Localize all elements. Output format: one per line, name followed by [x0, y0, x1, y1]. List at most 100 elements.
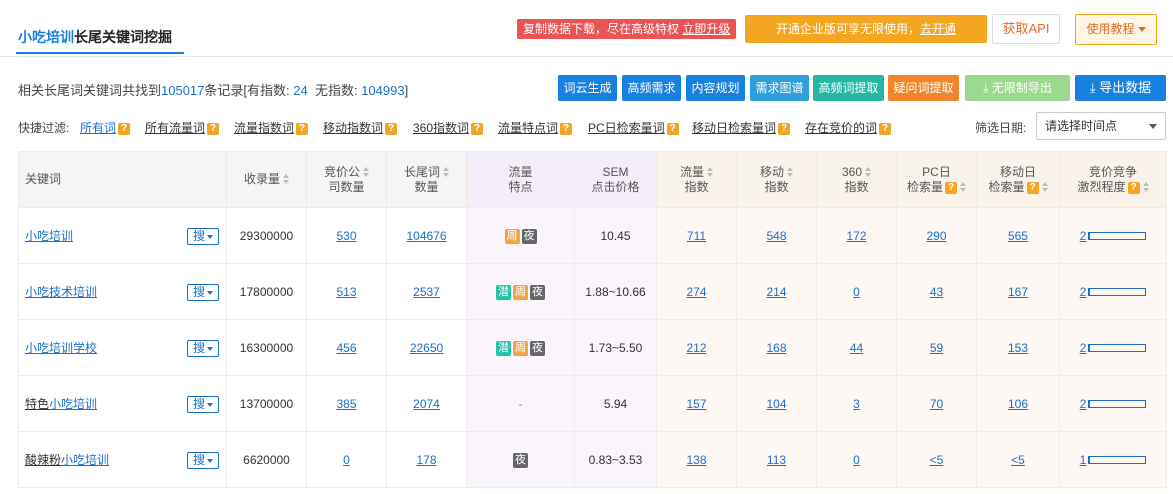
keyword-link[interactable]: 小吃培训 [61, 453, 109, 467]
keyword-link[interactable]: 小吃培训学校 [25, 341, 97, 355]
filter-traffic-index-words[interactable]: 流量指数词? [234, 119, 309, 136]
header-mobile-index[interactable]: 移动 指数 [736, 151, 817, 208]
high-freq-extract-button[interactable]: 高频词提取 [813, 75, 884, 101]
help-icon[interactable]: ? [778, 123, 791, 135]
keyword-text[interactable]: 特色小吃培训 [25, 397, 97, 411]
search-dropdown-button[interactable]: 搜 [187, 228, 219, 245]
help-icon[interactable]: ? [1127, 181, 1140, 194]
longtail-link[interactable]: 104676 [406, 229, 446, 243]
mobile-index-link[interactable]: 113 [767, 453, 786, 467]
search-dropdown-button[interactable]: 搜 [187, 340, 219, 357]
index-360-link[interactable]: 44 [850, 341, 863, 355]
longtail-link[interactable]: 22650 [410, 341, 443, 355]
index-360-link[interactable]: 3 [853, 397, 860, 411]
help-icon[interactable]: ? [879, 123, 892, 135]
keyword-text[interactable]: 小吃培训 [25, 229, 73, 243]
bid-companies-link[interactable]: 513 [336, 285, 356, 299]
search-dropdown-button[interactable]: 搜 [187, 396, 219, 413]
filter-mobile-daily-words[interactable]: 移动日检索量词? [692, 119, 791, 136]
competition-link[interactable]: 1 [1080, 453, 1087, 467]
help-icon[interactable]: ? [296, 123, 309, 135]
bid-companies-link[interactable]: 0 [343, 453, 350, 467]
help-icon[interactable]: ? [207, 123, 220, 135]
longtail-link[interactable]: 178 [416, 453, 436, 467]
bid-companies-link[interactable]: 385 [336, 397, 356, 411]
tutorial-dropdown-button[interactable]: 使用教程 [1075, 14, 1157, 45]
sort-icon[interactable] [707, 166, 713, 178]
header-record-count[interactable]: 收录量 [226, 151, 307, 208]
keyword-text[interactable]: 酸辣粉小吃培训 [25, 453, 109, 467]
pc-daily-link[interactable]: 290 [926, 229, 946, 243]
mobile-daily-link[interactable]: 153 [1008, 341, 1028, 355]
mobile-daily-link[interactable]: 106 [1008, 397, 1028, 411]
sort-icon[interactable] [787, 166, 793, 178]
pc-daily-link[interactable]: <5 [930, 453, 944, 467]
header-bid-companies[interactable]: 竞价公 司数量 [306, 151, 387, 208]
filter-360-index-words[interactable]: 360指数词? [413, 119, 484, 136]
help-icon[interactable]: ? [945, 181, 957, 194]
unlimited-export-button[interactable]: ⤓ 无限制导出 [965, 75, 1070, 101]
help-icon[interactable]: ? [666, 123, 679, 135]
header-longtail-count[interactable]: 长尾词 数量 [386, 151, 467, 208]
traffic-index-link[interactable]: 212 [686, 341, 706, 355]
mobile-daily-link[interactable]: 167 [1008, 285, 1028, 299]
date-select[interactable]: 请选择时间点 [1036, 112, 1166, 140]
question-extract-button[interactable]: 疑问词提取 [888, 75, 959, 101]
mobile-index-link[interactable]: 168 [766, 341, 786, 355]
traffic-index-link[interactable]: 711 [687, 229, 706, 243]
index-360-link[interactable]: 172 [846, 229, 866, 243]
bid-companies-link[interactable]: 456 [336, 341, 356, 355]
competition-link[interactable]: 2 [1080, 229, 1087, 243]
mobile-index-link[interactable]: 104 [766, 397, 786, 411]
sort-icon[interactable] [865, 166, 872, 178]
competition-link[interactable]: 2 [1080, 341, 1087, 355]
sort-icon[interactable] [283, 174, 289, 185]
page-title[interactable]: 小吃培训长尾关键词挖掘 [18, 27, 172, 47]
sort-icon[interactable] [1041, 181, 1048, 193]
competition-link[interactable]: 2 [1080, 285, 1087, 299]
traffic-index-link[interactable]: 138 [686, 453, 706, 467]
filter-mobile-index-words[interactable]: 移动指数词? [323, 119, 398, 136]
traffic-index-link[interactable]: 157 [686, 397, 706, 411]
traffic-index-link[interactable]: 274 [686, 285, 706, 299]
index-360-link[interactable]: 0 [853, 453, 860, 467]
pc-daily-link[interactable]: 43 [930, 285, 943, 299]
header-pc-daily[interactable]: PC日 检索量? [896, 151, 977, 208]
index-360-link[interactable]: 0 [853, 285, 860, 299]
longtail-link[interactable]: 2537 [413, 285, 440, 299]
enterprise-link[interactable]: 去开通 [920, 22, 956, 36]
sort-icon[interactable] [443, 166, 449, 178]
header-360-index[interactable]: 360 指数 [816, 151, 897, 208]
header-mobile-daily[interactable]: 移动日 检索量? [976, 151, 1060, 208]
filter-all-words[interactable]: 所有词? [80, 119, 131, 136]
pc-daily-link[interactable]: 70 [930, 397, 943, 411]
filter-traffic-feature-words[interactable]: 流量特点词? [498, 119, 573, 136]
search-dropdown-button[interactable]: 搜 [187, 284, 219, 301]
header-traffic-index[interactable]: 流量 指数 [656, 151, 737, 208]
keyword-link[interactable]: 小吃培训 [25, 229, 73, 243]
help-icon[interactable]: ? [560, 123, 573, 135]
sort-icon[interactable] [960, 181, 966, 193]
keyword-link[interactable]: 小吃培训 [49, 397, 97, 411]
help-icon[interactable]: ? [385, 123, 398, 135]
demand-graph-button[interactable]: 需求图谱 [750, 75, 809, 101]
sort-icon[interactable] [363, 166, 369, 178]
content-plan-button[interactable]: 内容规划 [686, 75, 745, 101]
bid-companies-link[interactable]: 530 [336, 229, 356, 243]
high-freq-demand-button[interactable]: 高频需求 [622, 75, 681, 101]
sort-icon[interactable] [1142, 181, 1149, 193]
help-icon[interactable]: ? [1026, 181, 1039, 194]
mobile-daily-link[interactable]: 565 [1008, 229, 1028, 243]
header-competition[interactable]: 竞价竞争 激烈程度? [1059, 151, 1167, 208]
help-icon[interactable]: ? [471, 123, 484, 135]
competition-link[interactable]: 2 [1080, 397, 1087, 411]
upgrade-link[interactable]: 立即升级 [682, 22, 730, 36]
mobile-index-link[interactable]: 214 [766, 285, 786, 299]
filter-bid-words[interactable]: 存在竞价的词? [805, 119, 892, 136]
filter-pc-daily-words[interactable]: PC日检索量词? [588, 119, 679, 136]
keyword-text[interactable]: 小吃培训学校 [25, 341, 97, 355]
keyword-link[interactable]: 小吃技术培训 [25, 285, 97, 299]
get-api-button[interactable]: 获取API [992, 14, 1060, 44]
search-dropdown-button[interactable]: 搜 [187, 452, 219, 469]
filter-all-traffic-words[interactable]: 所有流量词? [145, 119, 220, 136]
